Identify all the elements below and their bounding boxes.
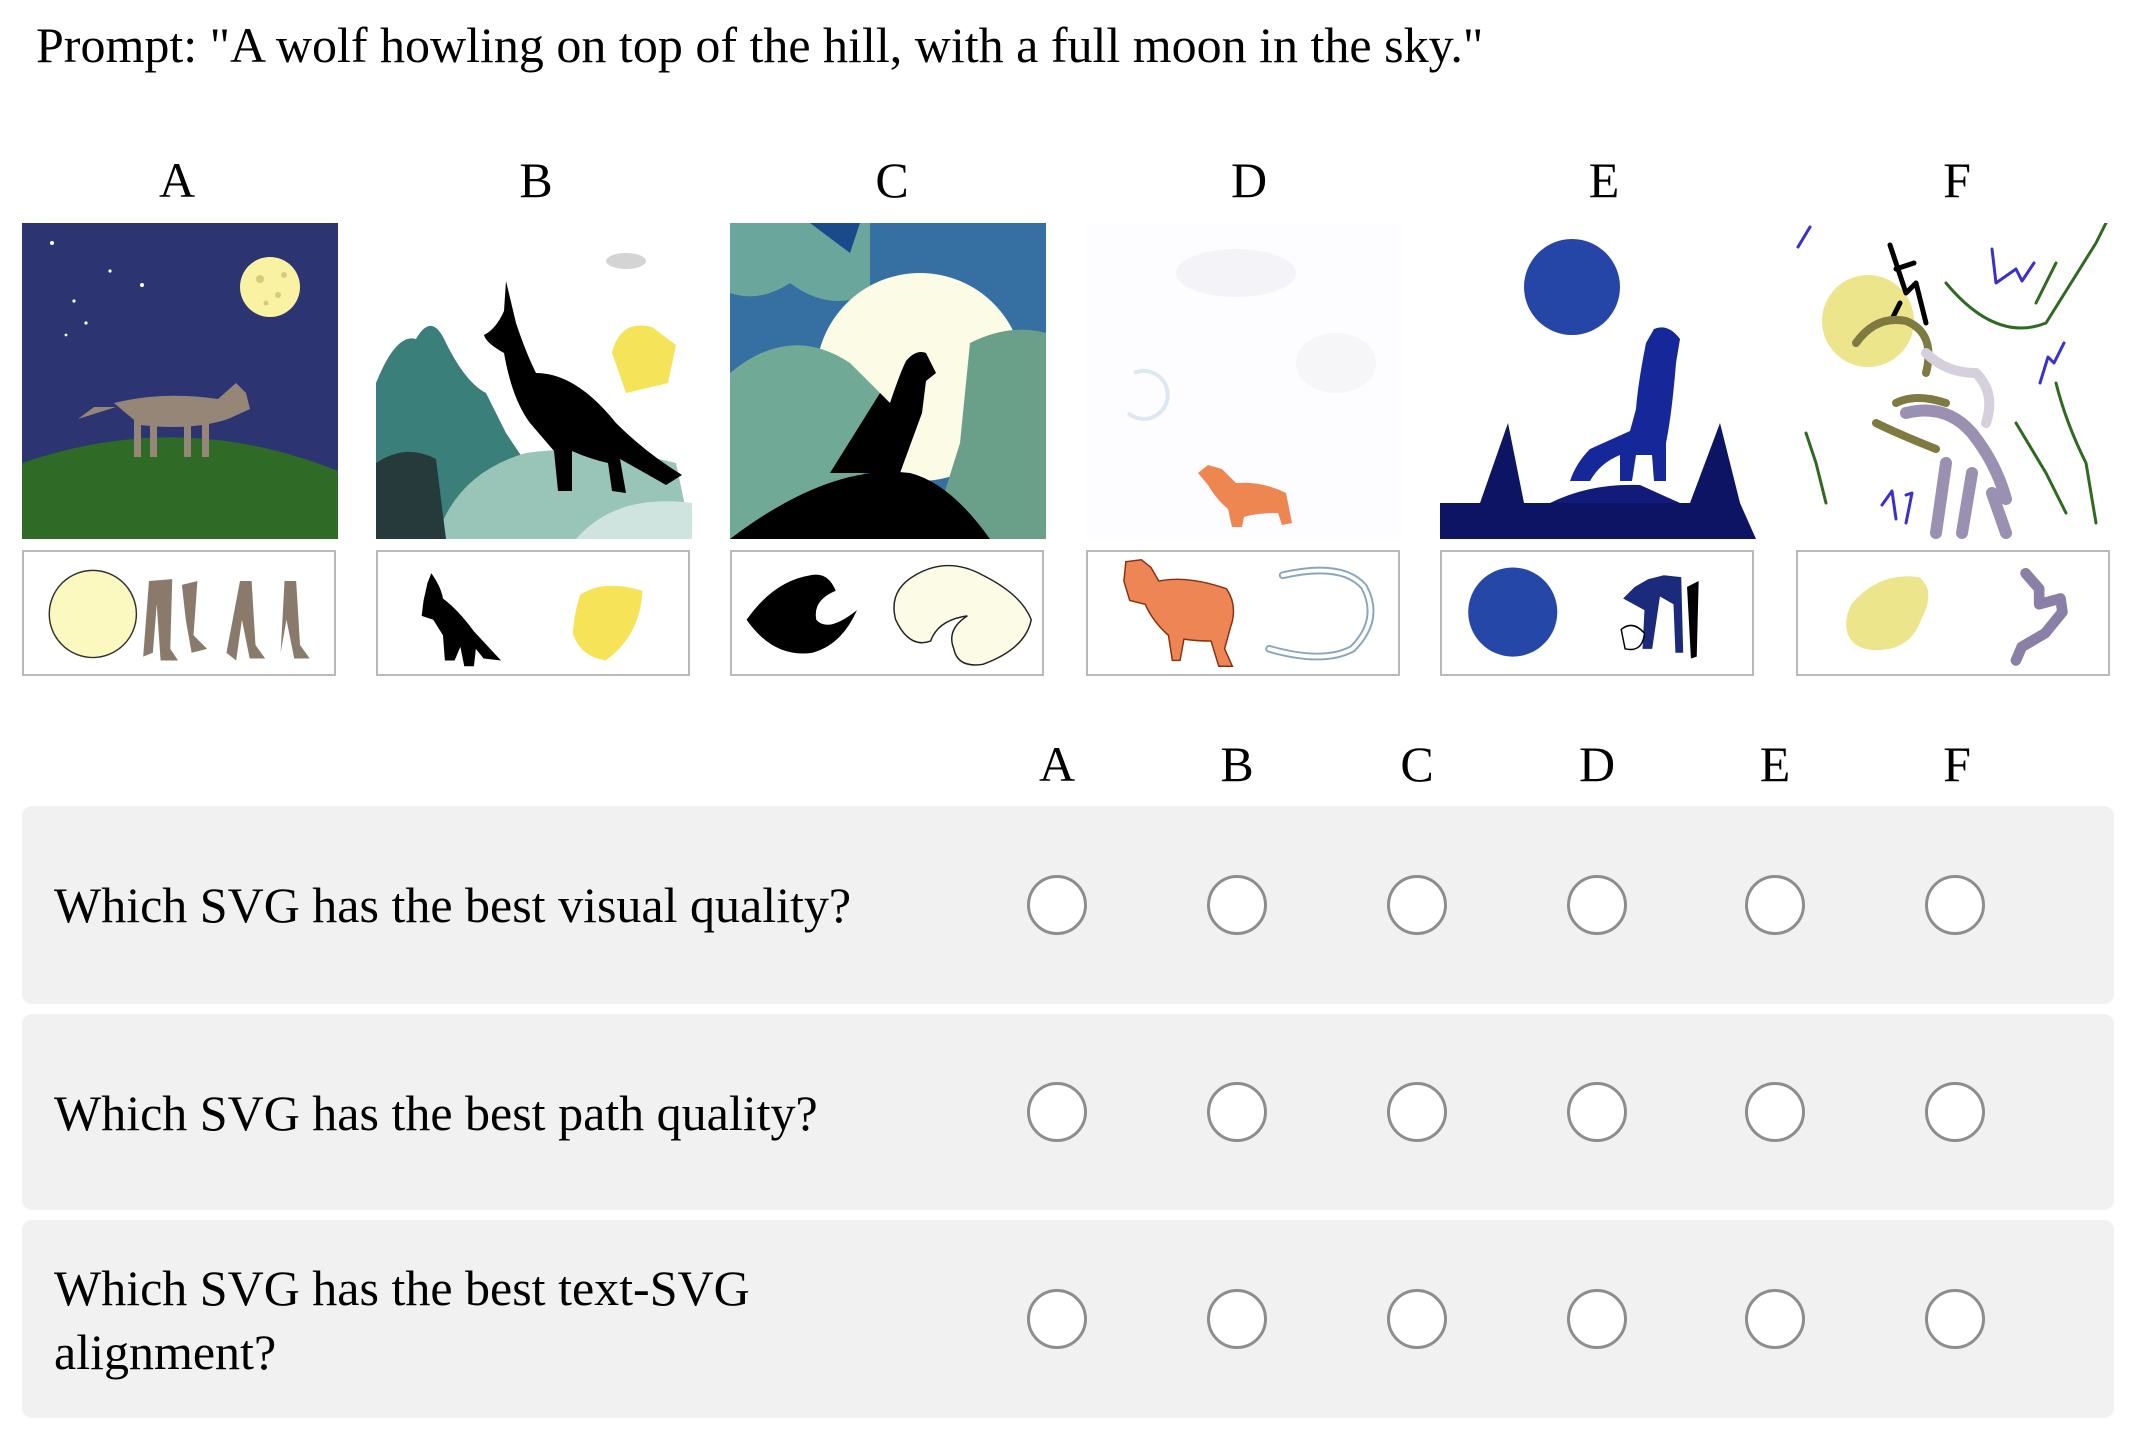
svg-image-e xyxy=(1440,223,1756,539)
radio-e[interactable] xyxy=(1745,1082,1805,1142)
candidate-label-e: E xyxy=(1588,152,1620,208)
candidate-label-d: D xyxy=(1230,152,1268,208)
svg-paths-b xyxy=(376,550,690,676)
radio-d[interactable] xyxy=(1567,875,1627,935)
radio-d[interactable] xyxy=(1567,1289,1627,1349)
question-text: Which SVG has the best path quality? xyxy=(54,1085,818,1141)
option-header-d: D xyxy=(1578,736,1616,792)
radio-b[interactable] xyxy=(1207,875,1267,935)
question-text: Which SVG has the best visual quality? xyxy=(54,877,852,933)
option-header-f: F xyxy=(1943,736,1971,792)
option-header-c: C xyxy=(1400,736,1434,792)
radio-e[interactable] xyxy=(1745,1289,1805,1349)
svg-paths-f xyxy=(1796,550,2110,676)
question-row-text-svg-alignment: Which SVG has the best text-SVG alignmen… xyxy=(22,1220,2114,1418)
radio-c[interactable] xyxy=(1387,1289,1447,1349)
candidate-label-b: B xyxy=(519,152,553,208)
question-row-path-quality: Which SVG has the best path quality? xyxy=(22,1014,2114,1210)
candidate-label-c: C xyxy=(875,152,909,208)
option-header-b: B xyxy=(1220,736,1254,792)
radio-a[interactable] xyxy=(1027,1082,1087,1142)
question-text: Which SVG has the best text-SVG alignmen… xyxy=(54,1260,750,1380)
prompt-text: Prompt: "A wolf howling on top of the hi… xyxy=(36,17,1484,73)
radio-f[interactable] xyxy=(1925,1082,1985,1142)
svg-paths-e xyxy=(1440,550,1754,676)
svg-paths-c xyxy=(730,550,1044,676)
question-row-visual-quality: Which SVG has the best visual quality? xyxy=(22,806,2114,1004)
radio-a[interactable] xyxy=(1027,1289,1087,1349)
radio-b[interactable] xyxy=(1207,1289,1267,1349)
option-header-a: A xyxy=(1038,736,1076,792)
radio-c[interactable] xyxy=(1387,1082,1447,1142)
svg-paths-d xyxy=(1086,550,1400,676)
svg-image-d xyxy=(1086,223,1402,539)
svg-image-f xyxy=(1796,223,2112,539)
radio-e[interactable] xyxy=(1745,875,1805,935)
option-header-e: E xyxy=(1759,736,1791,792)
svg-image-c xyxy=(730,223,1046,539)
candidate-label-f: F xyxy=(1943,152,1971,208)
radio-f[interactable] xyxy=(1925,875,1985,935)
svg-image-b xyxy=(376,223,692,539)
radio-f[interactable] xyxy=(1925,1289,1985,1349)
radio-d[interactable] xyxy=(1567,1082,1627,1142)
radio-c[interactable] xyxy=(1387,875,1447,935)
radio-a[interactable] xyxy=(1027,875,1087,935)
svg-image-a xyxy=(22,223,338,539)
radio-b[interactable] xyxy=(1207,1082,1267,1142)
candidate-label-a: A xyxy=(158,152,196,208)
svg-paths-a xyxy=(22,550,336,676)
